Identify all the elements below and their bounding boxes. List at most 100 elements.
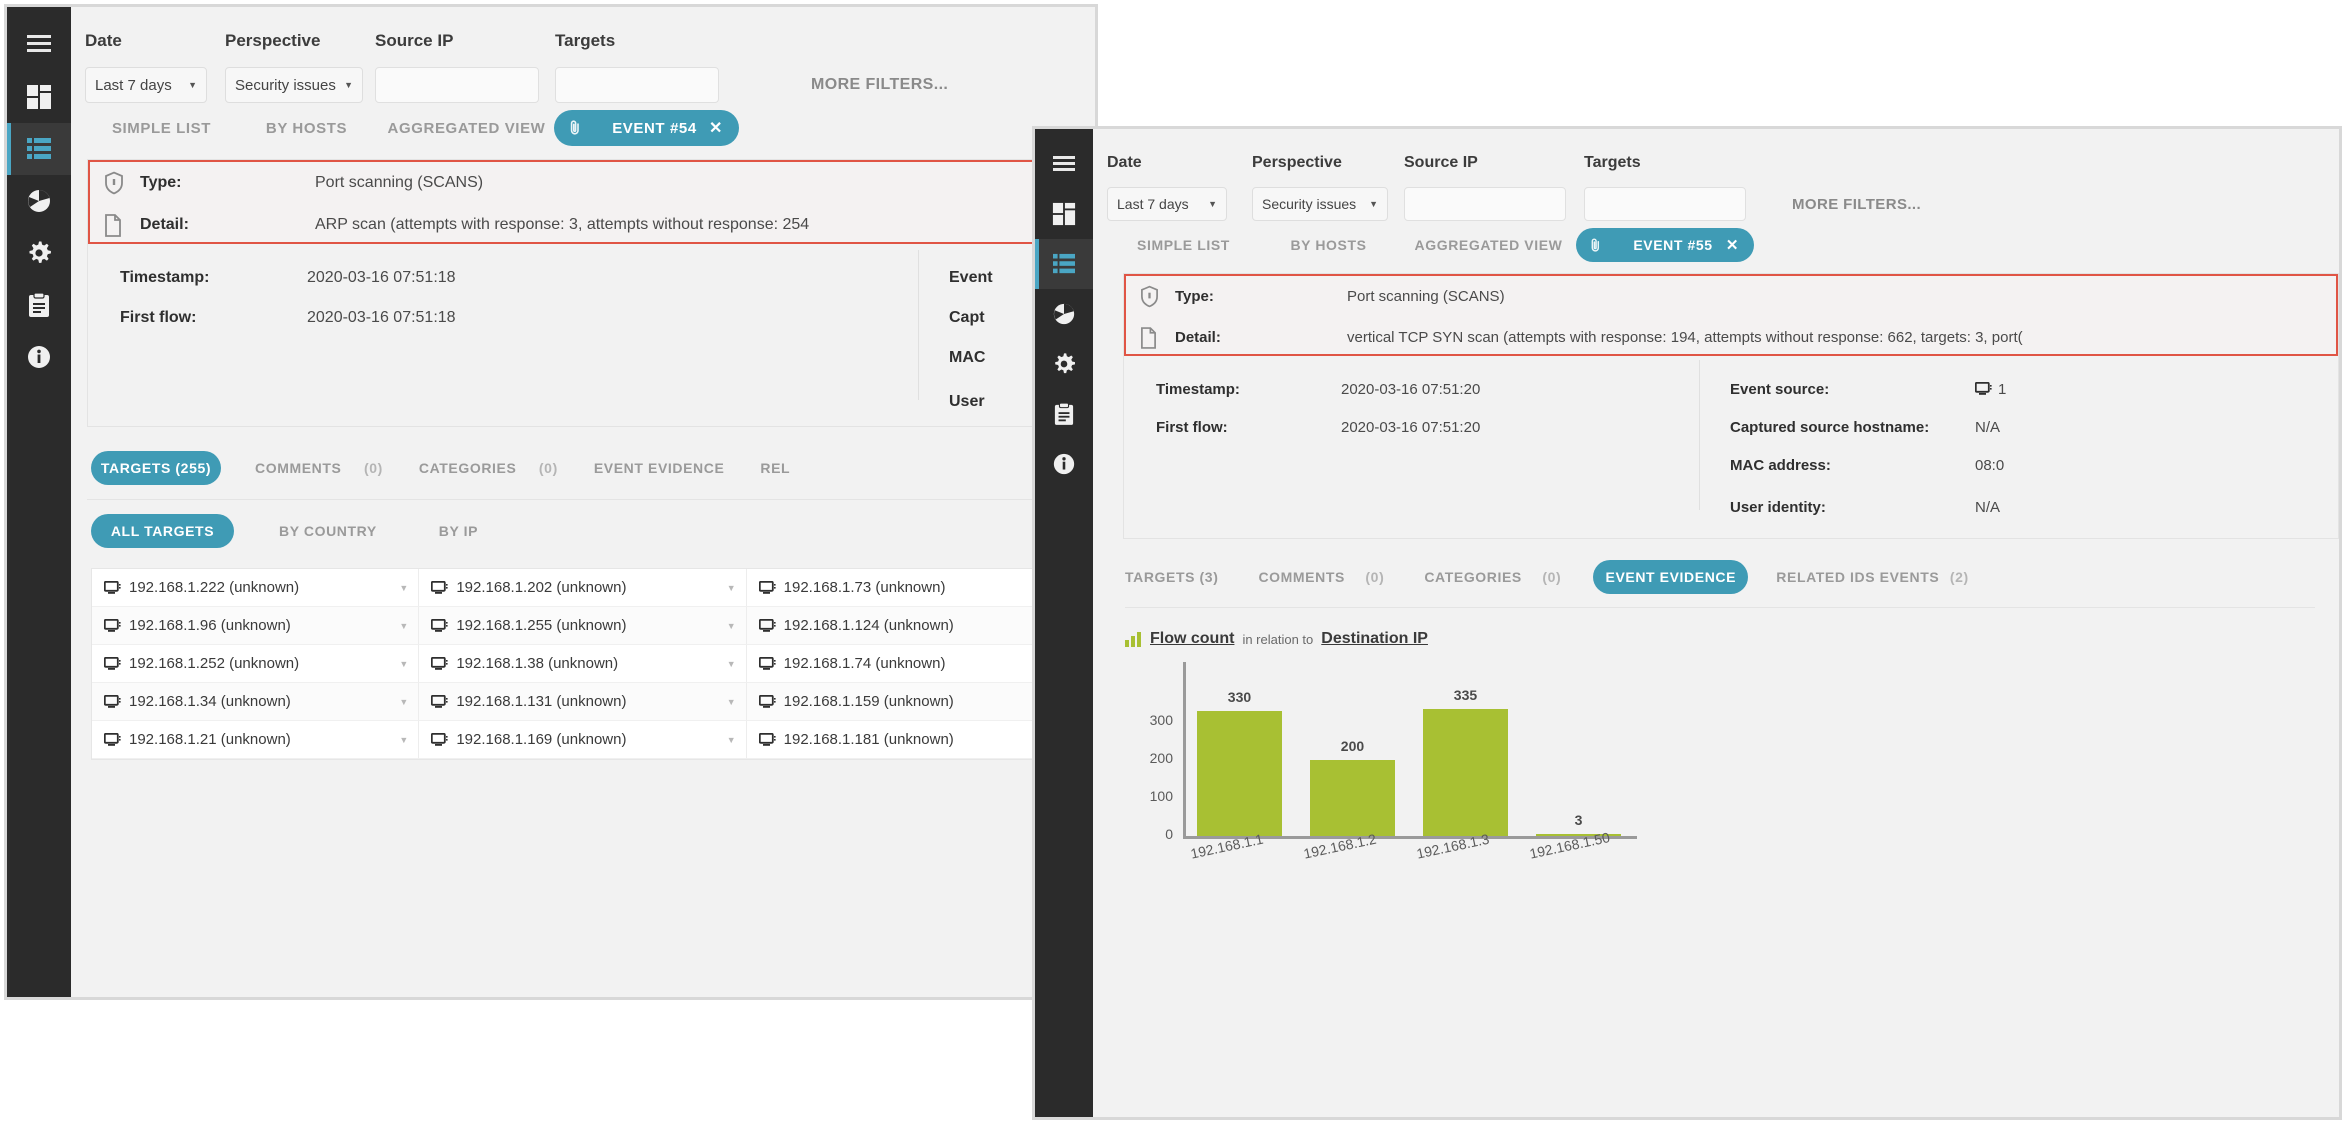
tab-aggregated-view[interactable]: AGGREGATED VIEW bbox=[379, 120, 554, 137]
chevron-down-icon[interactable]: ▼ bbox=[727, 583, 736, 593]
chevron-down-icon[interactable]: ▼ bbox=[399, 697, 408, 707]
chart-bar[interactable] bbox=[1310, 760, 1396, 836]
sidebar-item-menu[interactable] bbox=[7, 17, 71, 71]
source-ip-input[interactable] bbox=[375, 67, 539, 103]
tab-simple-list[interactable]: SIMPLE LIST bbox=[1111, 237, 1256, 253]
subtab-comments[interactable]: COMMENTS (0) bbox=[1258, 569, 1384, 585]
target-cell[interactable]: 192.168.1.73 (unknown)▼ bbox=[747, 569, 1074, 607]
chart-dimension-link[interactable]: Destination IP bbox=[1321, 630, 1428, 648]
date-filter-value: Last 7 days bbox=[95, 77, 172, 94]
target-mode-all[interactable]: ALL TARGETS bbox=[91, 514, 234, 548]
chart-bar[interactable] bbox=[1423, 709, 1509, 836]
chevron-down-icon[interactable]: ▼ bbox=[727, 735, 736, 745]
chart-bar[interactable] bbox=[1197, 711, 1283, 836]
target-cell[interactable]: 192.168.1.74 (unknown)▼ bbox=[747, 645, 1074, 683]
document-icon bbox=[1140, 327, 1157, 349]
close-icon[interactable]: ✕ bbox=[1726, 236, 1739, 254]
target-cell[interactable]: 192.168.1.131 (unknown)▼ bbox=[419, 683, 746, 721]
tab-aggregated-view[interactable]: AGGREGATED VIEW bbox=[1401, 237, 1576, 253]
target-cell[interactable]: 192.168.1.21 (unknown)▼ bbox=[92, 721, 419, 759]
target-mode-by-ip[interactable]: BY IP bbox=[439, 523, 478, 539]
target-cell[interactable]: 192.168.1.181 (unknown)▼ bbox=[747, 721, 1074, 759]
monitor-icon bbox=[759, 657, 776, 671]
targets-input[interactable] bbox=[555, 67, 719, 103]
timestamp-value: 2020-03-16 07:51:20 bbox=[1341, 381, 1480, 398]
sidebar-item-menu[interactable] bbox=[1035, 139, 1093, 189]
sidebar-item-dashboard[interactable] bbox=[7, 71, 71, 123]
date-filter-select[interactable]: Last 7 days ▼ bbox=[1107, 187, 1227, 221]
sidebar-item-analysis[interactable] bbox=[7, 175, 71, 227]
sidebar-item-dashboard[interactable] bbox=[1035, 189, 1093, 239]
chevron-down-icon[interactable]: ▼ bbox=[727, 621, 736, 631]
chevron-down-icon[interactable]: ▼ bbox=[399, 583, 408, 593]
subtab-related-ids-events[interactable]: REL bbox=[760, 460, 790, 476]
subtab-targets[interactable]: TARGETS (3) bbox=[1125, 569, 1218, 585]
target-cell[interactable]: 192.168.1.124 (unknown)▼ bbox=[747, 607, 1074, 645]
timestamp-row: Timestamp: 2020-03-16 07:51:18 bbox=[120, 258, 918, 298]
target-ip-label: 192.168.1.74 (unknown) bbox=[784, 655, 946, 672]
date-filter-select[interactable]: Last 7 days ▼ bbox=[85, 67, 207, 103]
target-cell[interactable]: 192.168.1.169 (unknown)▼ bbox=[419, 721, 746, 759]
menu-icon bbox=[1051, 154, 1077, 174]
target-cell[interactable]: 192.168.1.202 (unknown)▼ bbox=[419, 569, 746, 607]
target-ip-label: 192.168.1.181 (unknown) bbox=[784, 731, 954, 748]
chevron-down-icon[interactable]: ▼ bbox=[399, 659, 408, 669]
perspective-filter-select[interactable]: Security issues ▼ bbox=[1252, 187, 1388, 221]
clipboard-icon bbox=[1054, 402, 1074, 426]
target-cell[interactable]: 192.168.1.252 (unknown)▼ bbox=[92, 645, 419, 683]
subtab-comments[interactable]: COMMENTS (0) bbox=[255, 460, 383, 476]
tab-event-55[interactable]: EVENT #55 ✕ bbox=[1576, 228, 1754, 262]
sidebar-item-reports[interactable] bbox=[1035, 389, 1093, 439]
subtab-categories[interactable]: CATEGORIES (0) bbox=[1424, 569, 1561, 585]
sidebar-item-information[interactable] bbox=[7, 331, 71, 383]
target-cell[interactable]: 192.168.1.96 (unknown)▼ bbox=[92, 607, 419, 645]
target-cell[interactable]: 192.168.1.255 (unknown)▼ bbox=[419, 607, 746, 645]
event-source-row: Event source: 1 bbox=[1730, 370, 2338, 408]
chevron-down-icon: ▼ bbox=[1208, 199, 1217, 209]
sidebar-item-settings[interactable] bbox=[1035, 339, 1093, 389]
tab-by-hosts[interactable]: BY HOSTS bbox=[234, 120, 379, 137]
subtab-targets[interactable]: TARGETS (255) bbox=[91, 451, 221, 485]
target-cell[interactable]: 192.168.1.222 (unknown)▼ bbox=[92, 569, 419, 607]
source-ip-input[interactable] bbox=[1404, 187, 1566, 221]
perspective-filter-select[interactable]: Security issues ▼ bbox=[225, 67, 363, 103]
chevron-down-icon[interactable]: ▼ bbox=[399, 621, 408, 631]
target-ip-label: 192.168.1.73 (unknown) bbox=[784, 579, 946, 596]
chart-metric-link[interactable]: Flow count bbox=[1150, 630, 1234, 648]
target-cell[interactable]: 192.168.1.34 (unknown)▼ bbox=[92, 683, 419, 721]
subtab-event-evidence[interactable]: EVENT EVIDENCE bbox=[594, 460, 725, 476]
sidebar-item-reports[interactable] bbox=[7, 279, 71, 331]
subtab-categories[interactable]: CATEGORIES (0) bbox=[419, 460, 558, 476]
target-cell[interactable]: 192.168.1.159 (unknown)▼ bbox=[747, 683, 1074, 721]
target-mode-by-country[interactable]: BY COUNTRY bbox=[279, 523, 377, 539]
target-ip-label: 192.168.1.159 (unknown) bbox=[784, 693, 954, 710]
tab-by-hosts[interactable]: BY HOSTS bbox=[1256, 237, 1401, 253]
subtab-event-evidence[interactable]: EVENT EVIDENCE bbox=[1593, 560, 1748, 594]
source-ip-filter-label: Source IP bbox=[1404, 154, 1584, 172]
first-flow-label: First flow: bbox=[1156, 419, 1341, 436]
tab-event-54[interactable]: EVENT #54 ✕ bbox=[554, 110, 739, 146]
target-cell[interactable]: 192.168.1.38 (unknown)▼ bbox=[419, 645, 746, 683]
tab-simple-list[interactable]: SIMPLE LIST bbox=[89, 120, 234, 137]
event-meta-right: Event source: 1 bbox=[1700, 356, 2338, 538]
chevron-down-icon: ▼ bbox=[1369, 199, 1378, 209]
y-axis-tick: 0 bbox=[1125, 826, 1173, 842]
sidebar-item-settings[interactable] bbox=[7, 227, 71, 279]
close-icon[interactable]: ✕ bbox=[709, 118, 723, 138]
sidebar-item-events-list[interactable] bbox=[7, 123, 71, 175]
sidebar-item-events-list[interactable] bbox=[1035, 239, 1093, 289]
chart-plot-area: 0100200300330192.168.1.1200192.168.1.233… bbox=[1125, 662, 1645, 892]
sidebar-item-analysis[interactable] bbox=[1035, 289, 1093, 339]
subtab-related-ids-events[interactable]: RELATED IDS EVENTS (2) bbox=[1776, 569, 1968, 585]
chevron-down-icon[interactable]: ▼ bbox=[727, 659, 736, 669]
more-filters-button[interactable]: MORE FILTERS... bbox=[811, 76, 948, 94]
event-source-value: 1 bbox=[1975, 381, 2006, 398]
document-icon bbox=[104, 214, 122, 237]
event-detail-card: Type: Port scanning (SCANS) Detail: vert… bbox=[1123, 273, 2339, 539]
targets-input[interactable] bbox=[1584, 187, 1746, 221]
sidebar-item-information[interactable] bbox=[1035, 439, 1093, 489]
chevron-down-icon[interactable]: ▼ bbox=[727, 697, 736, 707]
date-filter-group: Date Last 7 days ▼ bbox=[85, 31, 225, 103]
more-filters-button[interactable]: MORE FILTERS... bbox=[1792, 196, 1921, 213]
chevron-down-icon[interactable]: ▼ bbox=[399, 735, 408, 745]
